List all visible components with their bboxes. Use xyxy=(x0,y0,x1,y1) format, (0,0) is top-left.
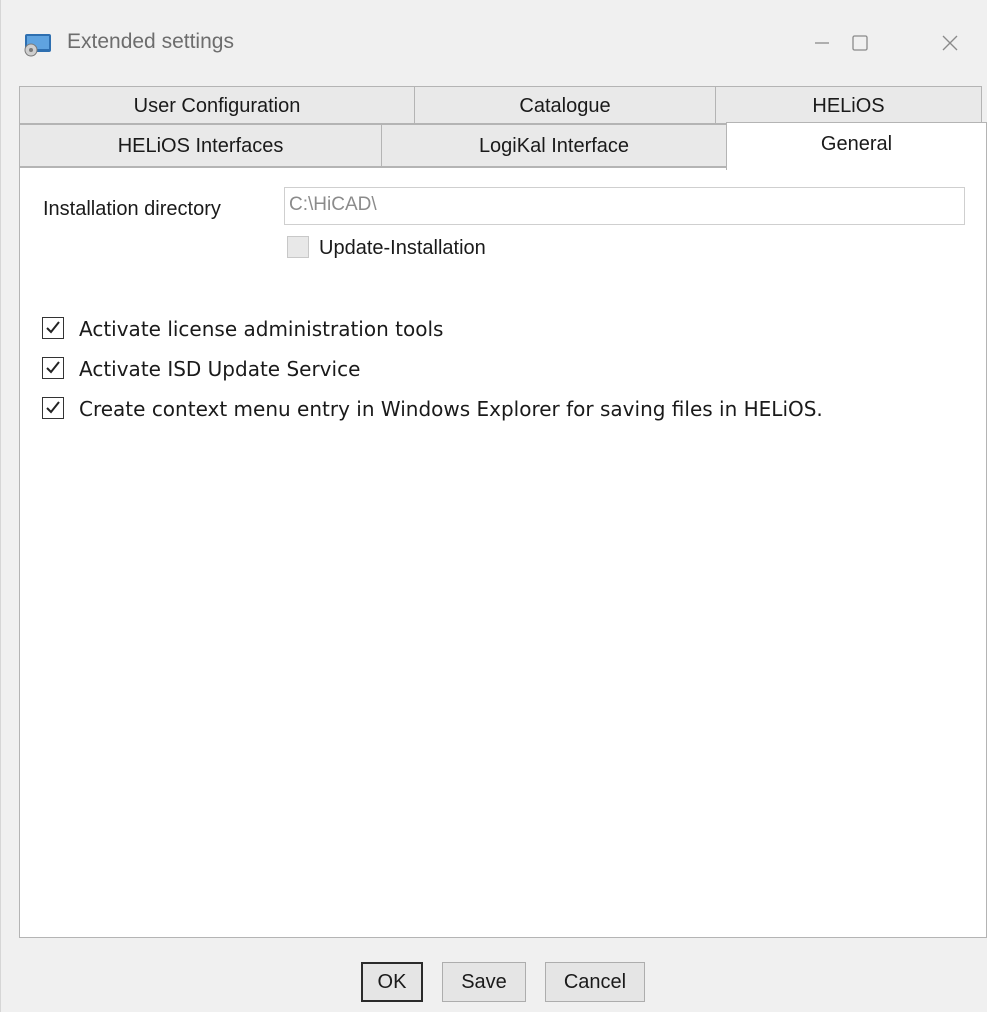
title-bar[interactable]: Extended settings xyxy=(1,10,987,72)
ok-button[interactable]: OK xyxy=(361,962,423,1002)
extended-settings-window: Extended settings User Configuration Cat… xyxy=(0,0,987,1012)
update-installation-checkbox[interactable] xyxy=(287,236,309,258)
tab-helios-interfaces[interactable]: HELiOS Interfaces xyxy=(19,124,382,167)
minimize-icon[interactable] xyxy=(806,27,838,59)
tab-logikal-interface[interactable]: LogiKal Interface xyxy=(381,124,727,167)
save-button[interactable]: Save xyxy=(442,962,526,1002)
tab-catalogue[interactable]: Catalogue xyxy=(414,86,716,124)
close-icon[interactable] xyxy=(934,27,966,59)
checkmark-icon xyxy=(46,401,60,414)
tab-general[interactable]: General xyxy=(726,122,987,170)
activate-isd-update-label: Activate ISD Update Service xyxy=(79,357,361,381)
context-menu-entry-checkbox[interactable] xyxy=(42,397,64,419)
cancel-button[interactable]: Cancel xyxy=(545,962,645,1002)
tab-user-configuration[interactable]: User Configuration xyxy=(19,86,415,124)
installation-directory-label: Installation directory xyxy=(43,198,221,220)
activate-license-admin-label: Activate license administration tools xyxy=(79,317,444,341)
activate-isd-update-checkbox[interactable] xyxy=(42,357,64,379)
general-tab-panel xyxy=(19,167,987,938)
hicad-app-icon xyxy=(24,34,51,57)
checkmark-icon xyxy=(46,361,60,374)
update-installation-label: Update-Installation xyxy=(319,237,486,259)
context-menu-entry-label: Create context menu entry in Windows Exp… xyxy=(79,397,823,421)
installation-directory-field[interactable]: C:\HiCAD\ xyxy=(284,187,965,225)
checkmark-icon xyxy=(46,321,60,334)
window-title: Extended settings xyxy=(67,30,234,53)
tab-helios[interactable]: HELiOS xyxy=(715,86,982,124)
activate-license-admin-checkbox[interactable] xyxy=(42,317,64,339)
maximize-icon[interactable] xyxy=(844,27,876,59)
